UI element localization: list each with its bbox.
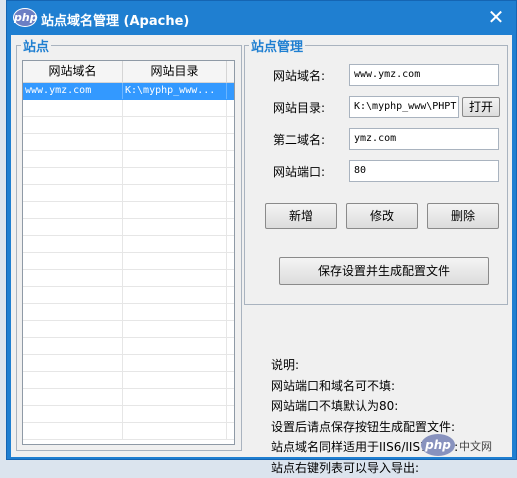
empty-cell	[123, 406, 227, 422]
window-title: 站点域名管理 (Apache)	[41, 10, 189, 29]
empty-cell	[123, 253, 227, 269]
empty-cell	[123, 372, 227, 388]
empty-cell	[123, 168, 227, 184]
row-directory-cell: K:\myphp_www...	[123, 83, 227, 99]
empty-cell	[23, 219, 123, 235]
empty-cell	[23, 236, 123, 252]
domain-label: 网站域名:	[273, 67, 325, 84]
empty-cell	[23, 134, 123, 150]
empty-cell	[23, 355, 123, 371]
sites-group-title: 站点	[21, 36, 51, 55]
empty-list-row	[23, 355, 234, 372]
empty-cell	[123, 270, 227, 286]
empty-cell	[23, 321, 123, 337]
empty-cell	[23, 100, 123, 116]
php-watermark-logo-icon: php	[421, 434, 455, 456]
empty-cell	[123, 355, 227, 371]
note-line: 站点右键列表可以导入导出:	[271, 458, 458, 478]
sites-group: 站点 网站域名 网站目录 www.ymz.com K:\myphp_www...	[16, 45, 242, 451]
empty-list-row	[23, 168, 234, 185]
empty-cell	[123, 117, 227, 133]
empty-list-row	[23, 202, 234, 219]
empty-cell	[123, 236, 227, 252]
empty-cell	[123, 100, 227, 116]
empty-cell	[23, 117, 123, 133]
empty-cell	[123, 185, 227, 201]
empty-list-row	[23, 389, 234, 406]
empty-cell	[23, 423, 123, 439]
empty-list-row	[23, 219, 234, 236]
empty-cell	[23, 304, 123, 320]
notes-heading: 说明:	[271, 355, 458, 376]
empty-cell	[123, 321, 227, 337]
empty-list-row	[23, 372, 234, 389]
empty-cell	[123, 202, 227, 218]
column-header-directory[interactable]: 网站目录	[123, 61, 227, 82]
empty-cell	[23, 270, 123, 286]
empty-cell	[23, 185, 123, 201]
directory-input[interactable]: K:\myphp_www\PHPT	[349, 96, 459, 118]
close-button[interactable]: ✕	[486, 7, 506, 27]
empty-cell	[23, 406, 123, 422]
empty-cell	[23, 287, 123, 303]
port-input[interactable]: 80	[349, 160, 499, 182]
sites-list-header: 网站域名 网站目录	[23, 61, 234, 83]
empty-list-row	[23, 253, 234, 270]
empty-cell	[123, 423, 227, 439]
second-domain-label: 第二域名:	[273, 131, 325, 148]
empty-cell	[23, 168, 123, 184]
empty-rows	[23, 100, 234, 440]
delete-button[interactable]: 删除	[427, 203, 499, 229]
second-domain-input[interactable]: ymz.com	[349, 128, 499, 150]
empty-list-row	[23, 134, 234, 151]
empty-cell	[123, 389, 227, 405]
empty-cell	[123, 219, 227, 235]
empty-cell	[23, 151, 123, 167]
add-button[interactable]: 新增	[265, 203, 337, 229]
empty-list-row	[23, 406, 234, 423]
sites-list[interactable]: 网站域名 网站目录 www.ymz.com K:\myphp_www...	[22, 60, 235, 445]
dialog-body: 站点 网站域名 网站目录 www.ymz.com K:\myphp_www...…	[11, 35, 512, 457]
empty-cell	[23, 389, 123, 405]
empty-list-row	[23, 117, 234, 134]
edit-button[interactable]: 修改	[346, 203, 418, 229]
empty-cell	[23, 202, 123, 218]
empty-cell	[23, 253, 123, 269]
empty-list-row	[23, 304, 234, 321]
empty-cell	[123, 338, 227, 354]
empty-cell	[23, 372, 123, 388]
empty-list-row	[23, 270, 234, 287]
empty-list-row	[23, 151, 234, 168]
empty-list-row	[23, 100, 234, 117]
row-domain-cell: www.ymz.com	[23, 83, 123, 99]
empty-list-row	[23, 338, 234, 355]
table-row[interactable]: www.ymz.com K:\myphp_www...	[23, 83, 234, 100]
empty-list-row	[23, 287, 234, 304]
empty-cell	[123, 134, 227, 150]
empty-cell	[123, 151, 227, 167]
empty-cell	[123, 304, 227, 320]
empty-cell	[23, 338, 123, 354]
php-logo-icon: php	[13, 8, 37, 27]
empty-list-row	[23, 236, 234, 253]
note-line: 网站端口不填默认为80:	[271, 396, 458, 417]
empty-cell	[123, 287, 227, 303]
directory-label: 网站目录:	[273, 99, 325, 116]
column-header-domain[interactable]: 网站域名	[23, 61, 123, 82]
open-directory-button[interactable]: 打开	[462, 97, 500, 117]
save-config-button[interactable]: 保存设置并生成配置文件	[279, 257, 489, 285]
title-bar[interactable]: php 站点域名管理 (Apache) ✕	[7, 1, 516, 35]
port-label: 网站端口:	[273, 163, 325, 180]
watermark-text: 中文网	[459, 438, 492, 454]
empty-list-row	[23, 321, 234, 338]
empty-list-row	[23, 185, 234, 202]
domain-input[interactable]: www.ymz.com	[349, 64, 499, 86]
note-line: 网站端口和域名可不填:	[271, 376, 458, 397]
empty-list-row	[23, 423, 234, 440]
manage-group-title: 站点管理	[249, 36, 305, 55]
site-domain-dialog: php 站点域名管理 (Apache) ✕ 站点 网站域名 网站目录 www.y…	[6, 0, 517, 460]
site-watermark: php 中文网	[421, 434, 515, 456]
